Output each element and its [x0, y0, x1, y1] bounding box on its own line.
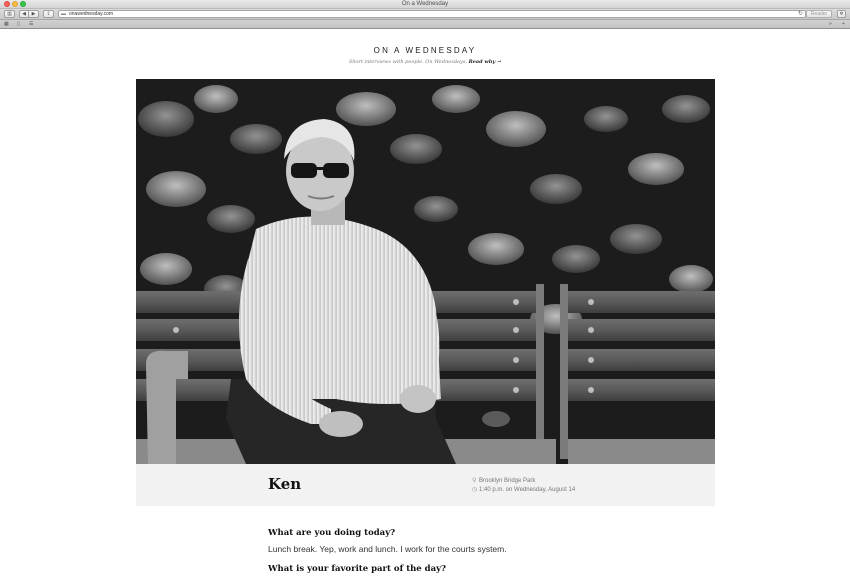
- forward-button[interactable]: ▶: [29, 10, 39, 18]
- sidebar-icon: ▥: [7, 11, 12, 17]
- interview-question: What are you doing today?: [268, 528, 396, 538]
- clock-icon: ◷: [472, 487, 478, 493]
- read-why-link[interactable]: Read why →: [469, 59, 502, 65]
- time-text: 1:40 p.m. on Wednesday, August 14: [479, 487, 576, 493]
- back-button[interactable]: ◀: [19, 10, 29, 18]
- site-tagline: Short interviews with people. On Wednesd…: [0, 59, 850, 65]
- photo-illustration: [136, 79, 715, 464]
- location-text: Brooklyn Bridge Park: [479, 478, 536, 484]
- site-title[interactable]: ON A WEDNESDAY: [0, 46, 850, 55]
- add-bookmark-icon[interactable]: +: [842, 21, 845, 27]
- profile-caption: Ken ⚲ Brooklyn Bridge Park ◷ 1:40 p.m. on …: [136, 464, 715, 506]
- share-button[interactable]: ⇪: [43, 10, 54, 18]
- map-pin-icon: ⚲: [472, 478, 477, 484]
- reader-button[interactable]: Reader: [806, 10, 832, 18]
- interview-answer: Lunch break. Yep, work and lunch. I work…: [268, 544, 507, 554]
- address-url: onawednesday.com: [69, 11, 114, 17]
- profile-name: Ken: [268, 475, 302, 493]
- forward-icon: ▶: [31, 11, 36, 17]
- extensions-button[interactable]: ✲: [837, 10, 846, 18]
- profile-time: ◷ 1:40 p.m. on Wednesday, August 14: [472, 486, 575, 493]
- reading-list-icon[interactable]: ☰: [29, 21, 33, 27]
- back-icon: ◀: [22, 11, 26, 17]
- bookmarks-bar: ▦ ▯ ☰ » +: [0, 20, 850, 29]
- profile-location: ⚲ Brooklyn Bridge Park: [472, 477, 535, 484]
- more-bookmarks-icon[interactable]: »: [829, 21, 832, 27]
- window-title: On a Wednesday: [401, 1, 449, 7]
- interview-question: What is your favorite part of the day?: [268, 564, 447, 574]
- show-all-bookmarks-icon[interactable]: ▯: [17, 21, 20, 27]
- sidebar-button[interactable]: ▥: [4, 10, 15, 18]
- man-on-bench-photo: [136, 79, 715, 464]
- window-titlebar: On a Wednesday: [0, 0, 850, 9]
- browser-toolbar: ▥ ◀ ▶ ⇪ ▬ onawednesday.com ↻ Reader ✲: [0, 9, 850, 20]
- reload-icon[interactable]: ↻: [798, 11, 803, 17]
- share-icon: ⇪: [46, 11, 51, 17]
- extensions-icon: ✲: [839, 11, 844, 17]
- site-icon: ▬: [61, 11, 66, 17]
- top-sites-icon[interactable]: ▦: [4, 21, 9, 27]
- tagline-text: Short interviews with people. On Wednesd…: [348, 59, 467, 65]
- address-bar[interactable]: ▬ onawednesday.com ↻: [58, 10, 806, 18]
